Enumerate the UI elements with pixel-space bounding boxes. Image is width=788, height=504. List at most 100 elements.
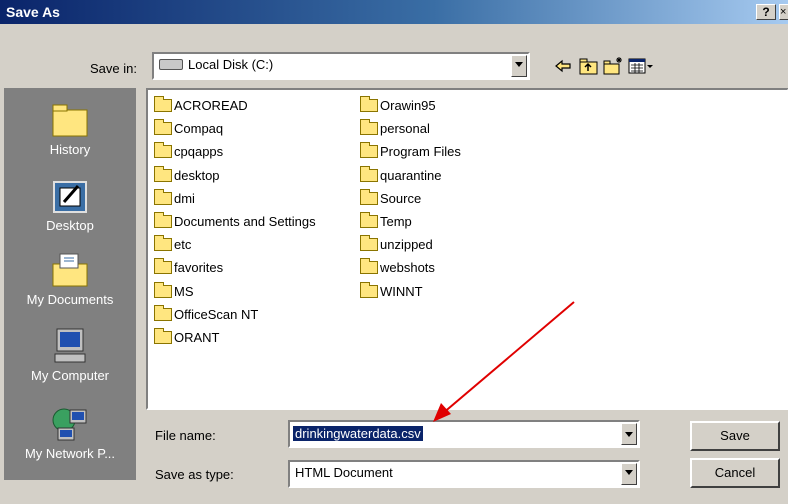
folder-item[interactable]: quarantine bbox=[360, 165, 442, 186]
file-name-field[interactable]: drinkingwaterdata.csv bbox=[288, 420, 640, 448]
close-button[interactable]: × bbox=[779, 4, 788, 20]
folder-label: Orawin95 bbox=[380, 98, 436, 113]
folder-icon bbox=[154, 258, 172, 275]
save-in-value-wrap: Local Disk (C:) bbox=[159, 57, 273, 72]
view-menu-button[interactable] bbox=[628, 56, 654, 76]
folder-item[interactable]: ACROREAD bbox=[154, 96, 248, 116]
folder-label: quarantine bbox=[380, 167, 442, 183]
folder-label: OfficeScan NT bbox=[174, 306, 259, 322]
folder-item[interactable]: personal bbox=[360, 119, 430, 139]
folder-label: WINNT bbox=[380, 283, 423, 299]
folder-icon bbox=[154, 281, 172, 298]
back-button[interactable] bbox=[552, 56, 574, 76]
folder-label: MS bbox=[174, 283, 194, 299]
folder-item[interactable]: Compaq bbox=[154, 119, 223, 139]
folder-label: desktop bbox=[174, 167, 220, 183]
save-in-label: Save in: bbox=[90, 61, 137, 76]
chevron-down-icon[interactable] bbox=[621, 423, 637, 445]
save-as-type-label: Save as type: bbox=[155, 467, 234, 482]
place-my-network-places[interactable]: My Network P... bbox=[4, 404, 136, 461]
up-one-level-icon bbox=[579, 58, 598, 75]
folder-icon bbox=[360, 212, 378, 229]
folder-item[interactable]: webshots bbox=[360, 258, 435, 278]
file-name-value[interactable]: drinkingwaterdata.csv bbox=[293, 426, 423, 441]
folder-item[interactable]: OfficeScan NT bbox=[154, 304, 259, 325]
local-disk-icon bbox=[159, 59, 183, 71]
chevron-down-icon[interactable] bbox=[511, 55, 527, 77]
place-label: My Network P... bbox=[24, 446, 116, 461]
up-one-level-button[interactable] bbox=[578, 56, 600, 76]
folder-label: ACROREAD bbox=[174, 98, 248, 113]
folder-item[interactable]: dmi bbox=[154, 188, 195, 209]
folder-item[interactable]: Program Files bbox=[360, 142, 461, 162]
place-my-documents[interactable]: My Documents bbox=[4, 250, 136, 307]
save-as-type-value: HTML Document bbox=[295, 465, 393, 480]
my-network-places-icon bbox=[50, 404, 90, 444]
save-as-type-dropdown[interactable]: HTML Document bbox=[288, 460, 640, 488]
folder-icon bbox=[154, 212, 172, 229]
save-button[interactable]: Save bbox=[690, 421, 780, 451]
file-name-label: File name: bbox=[155, 428, 216, 443]
folder-item[interactable]: WINNT bbox=[360, 281, 423, 302]
folder-item[interactable]: unzipped bbox=[360, 235, 433, 255]
save-in-value: Local Disk (C:) bbox=[188, 57, 274, 72]
folder-item[interactable]: Orawin95 bbox=[360, 96, 436, 116]
folder-item[interactable]: Source bbox=[360, 188, 422, 209]
title-bar[interactable]: Save As ? × bbox=[0, 0, 788, 24]
place-label: Desktop bbox=[46, 218, 94, 233]
back-icon bbox=[555, 59, 571, 73]
folder-label: ORANT bbox=[174, 330, 220, 345]
folder-icon bbox=[154, 328, 172, 345]
folder-label: Temp bbox=[380, 214, 412, 229]
place-history[interactable]: History bbox=[4, 100, 136, 157]
folder-icon bbox=[154, 119, 172, 136]
folder-item[interactable]: ORANT bbox=[154, 328, 220, 348]
place-label: History bbox=[49, 142, 91, 157]
history-icon bbox=[50, 100, 90, 140]
folder-icon bbox=[360, 119, 378, 136]
folder-item[interactable]: etc bbox=[154, 235, 191, 255]
folder-item[interactable]: Temp bbox=[360, 212, 412, 232]
folder-item[interactable]: favorites bbox=[154, 258, 223, 278]
folder-item[interactable]: Documents and Settings bbox=[154, 212, 316, 232]
folder-icon bbox=[360, 188, 378, 205]
folder-icon bbox=[360, 165, 378, 182]
chevron-down-icon[interactable] bbox=[621, 463, 637, 485]
folder-icon bbox=[154, 96, 172, 113]
folder-label: Compaq bbox=[174, 121, 224, 137]
help-button[interactable]: ? bbox=[756, 4, 776, 20]
folder-label: cpqapps bbox=[174, 144, 224, 160]
window-title: Save As bbox=[6, 4, 60, 20]
places-bar: History Desktop My Documents My Computer… bbox=[4, 88, 136, 480]
folder-icon bbox=[360, 235, 378, 252]
folder-icon bbox=[154, 235, 172, 252]
desktop-icon bbox=[50, 176, 90, 216]
folder-icon bbox=[154, 188, 172, 205]
cancel-button[interactable]: Cancel bbox=[690, 458, 780, 488]
folder-icon bbox=[154, 142, 172, 159]
folder-item[interactable]: MS bbox=[154, 281, 194, 302]
folder-item[interactable]: desktop bbox=[154, 165, 220, 186]
folder-label: etc bbox=[174, 237, 192, 253]
folder-item[interactable]: cpqapps bbox=[154, 142, 223, 162]
folder-icon bbox=[154, 304, 172, 321]
folder-label: webshots bbox=[380, 260, 435, 276]
folder-icon bbox=[154, 165, 172, 182]
folder-label: dmi bbox=[174, 190, 195, 206]
view-menu-icon bbox=[628, 58, 653, 74]
create-new-folder-icon bbox=[603, 57, 622, 75]
save-in-dropdown[interactable]: Local Disk (C:) bbox=[152, 52, 530, 80]
file-list[interactable]: ACROREAD Compaq cpqapps desktop dmi Documents… bbox=[146, 88, 788, 410]
folder-label: Source bbox=[380, 190, 422, 206]
create-new-folder-button[interactable] bbox=[602, 56, 624, 76]
folder-icon bbox=[360, 142, 378, 159]
place-desktop[interactable]: Desktop bbox=[4, 176, 136, 233]
place-label: My Computer bbox=[30, 368, 110, 383]
place-my-computer[interactable]: My Computer bbox=[4, 326, 136, 383]
folder-label: favorites bbox=[174, 260, 224, 276]
my-documents-icon bbox=[50, 250, 90, 290]
folder-icon bbox=[360, 281, 378, 298]
folder-icon bbox=[360, 258, 378, 275]
folder-label: Program Files bbox=[380, 144, 461, 160]
my-computer-icon bbox=[50, 326, 90, 366]
